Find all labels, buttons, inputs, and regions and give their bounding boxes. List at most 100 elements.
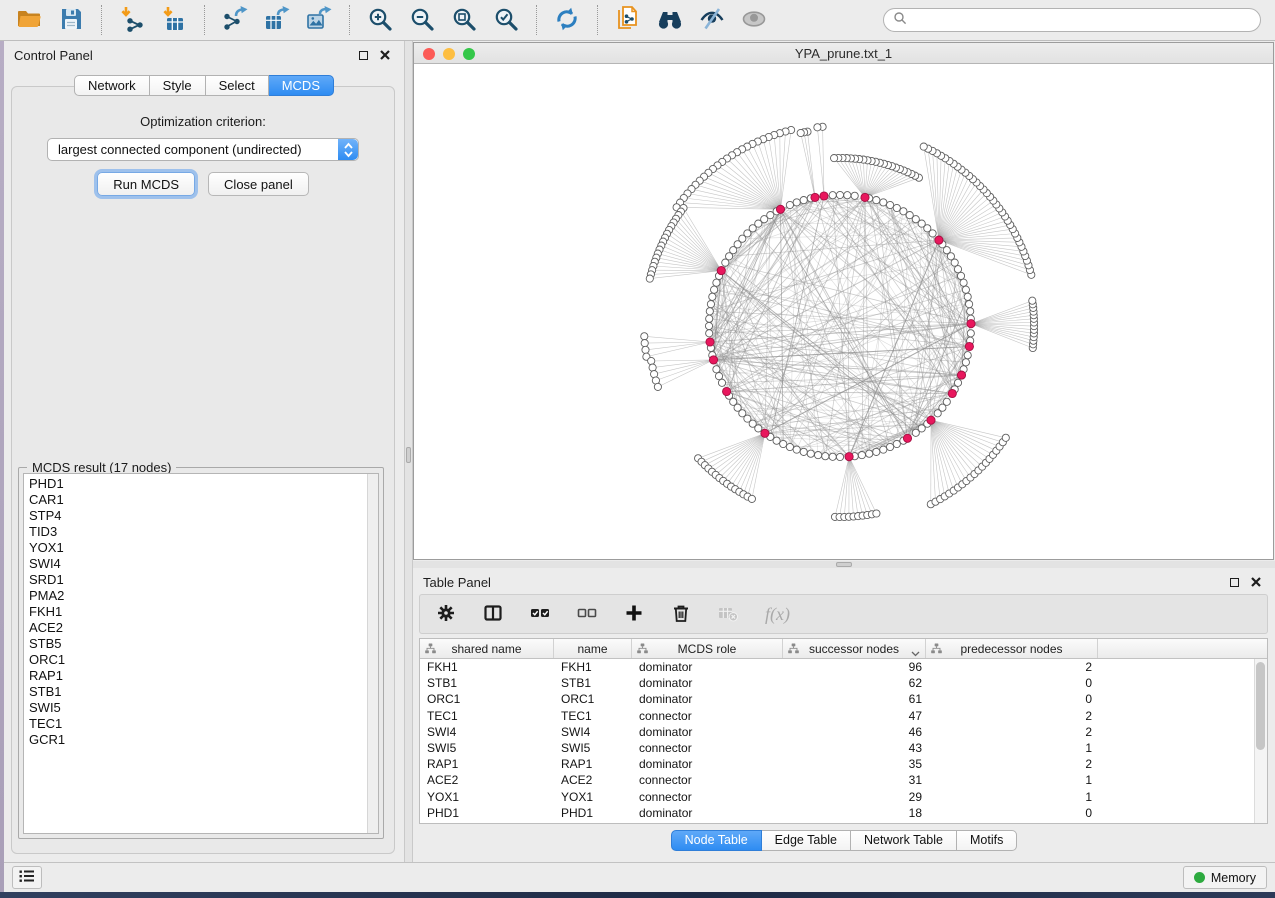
mcds-result-item[interactable]: STB5 [29, 636, 378, 652]
float-panel-button[interactable] [354, 47, 372, 63]
column-header-predecessor-nodes[interactable]: predecessor nodes [926, 639, 1098, 658]
column-header-shared-name[interactable]: shared name [420, 639, 554, 658]
mcds-result-item[interactable]: RAP1 [29, 668, 378, 684]
zoom-selected-icon [493, 6, 519, 35]
column-header-name[interactable]: name [554, 639, 632, 658]
network-column-icon [931, 643, 942, 657]
zoom-fit-icon [451, 6, 477, 35]
export-image-button[interactable] [298, 2, 340, 38]
close-panel-button[interactable] [376, 47, 394, 63]
tab-mcds[interactable]: MCDS [269, 75, 334, 96]
apply-layout-button[interactable] [546, 2, 588, 38]
delete-table-button[interactable] [718, 600, 738, 628]
find-button[interactable] [649, 2, 691, 38]
optimization-criterion-select[interactable]: largest connected component (undirected) [47, 138, 359, 161]
delete-column-button[interactable] [671, 600, 691, 628]
mcds-result-item[interactable]: SRD1 [29, 572, 378, 588]
zoom-out-button[interactable] [401, 2, 443, 38]
cell-shared-name: SWI5 [420, 740, 554, 756]
mcds-result-scrollbar[interactable] [367, 474, 378, 833]
mcds-result-item[interactable]: ORC1 [29, 652, 378, 668]
cell-predecessor-nodes: 1 [926, 789, 1098, 805]
tab-motifs[interactable]: Motifs [957, 830, 1017, 851]
run-mcds-button[interactable]: Run MCDS [97, 172, 195, 196]
tab-edge-table[interactable]: Edge Table [762, 830, 851, 851]
deselect-all-button[interactable] [577, 600, 597, 628]
mcds-result-item[interactable]: GCR1 [29, 732, 378, 748]
cell-MCDS-role: connector [632, 740, 783, 756]
tab-network[interactable]: Network [74, 75, 150, 96]
optimization-criterion-label: Optimization criterion: [12, 114, 394, 129]
close-table-panel-button[interactable] [1247, 574, 1265, 590]
float-table-panel-button[interactable] [1225, 574, 1243, 590]
control-panel-title: Control Panel [14, 48, 350, 63]
table-row[interactable]: SWI5SWI5connector431 [420, 740, 1267, 756]
table-row[interactable]: YOX1YOX1connector291 [420, 789, 1267, 805]
close-window-icon[interactable] [423, 48, 435, 60]
mcds-result-item[interactable]: SWI5 [29, 700, 378, 716]
table-scrollbar-thumb[interactable] [1256, 662, 1265, 750]
column-header-successor-nodes[interactable]: successor nodes [783, 639, 926, 658]
tab-select[interactable]: Select [206, 75, 269, 96]
mcds-result-item[interactable]: SWI4 [29, 556, 378, 572]
zoom-fit-button[interactable] [443, 2, 485, 38]
tab-style[interactable]: Style [150, 75, 206, 96]
export-network-button[interactable] [214, 2, 256, 38]
tab-node-table[interactable]: Node Table [671, 830, 762, 851]
mcds-result-item[interactable]: YOX1 [29, 540, 378, 556]
cell-MCDS-role: connector [632, 708, 783, 724]
float-icon [1230, 578, 1239, 587]
open-file-button[interactable] [8, 2, 50, 38]
mcds-result-item[interactable]: CAR1 [29, 492, 378, 508]
minimize-window-icon[interactable] [443, 48, 455, 60]
table-row[interactable]: TEC1TEC1connector472 [420, 708, 1267, 724]
network-from-selection-button[interactable] [607, 2, 649, 38]
table-row[interactable]: SWI4SWI4dominator462 [420, 724, 1267, 740]
zoom-window-icon[interactable] [463, 48, 475, 60]
select-all-button[interactable] [530, 600, 550, 628]
horizontal-splitter-grip[interactable] [836, 562, 852, 567]
table-scrollbar[interactable] [1254, 659, 1267, 823]
log-console-button[interactable] [12, 866, 42, 889]
import-table-button[interactable] [153, 2, 195, 38]
vertical-splitter-grip[interactable] [406, 447, 411, 463]
mcds-result-item[interactable]: TEC1 [29, 716, 378, 732]
table-row[interactable]: ACE2ACE2connector311 [420, 772, 1267, 788]
mcds-result-item[interactable]: TID3 [29, 524, 378, 540]
search-input[interactable] [907, 13, 1254, 28]
mcds-result-item[interactable]: PHD1 [29, 476, 378, 492]
vertical-splitter[interactable] [404, 41, 413, 862]
save-session-button[interactable] [50, 2, 92, 38]
desktop-edge [0, 41, 4, 892]
network-canvas[interactable] [414, 65, 1273, 559]
close-mcds-panel-button[interactable]: Close panel [208, 172, 309, 196]
table-settings-button[interactable] [436, 600, 456, 628]
table-row[interactable]: RAP1RAP1dominator352 [420, 756, 1267, 772]
eye-slash-icon [699, 6, 725, 35]
memory-button[interactable]: Memory [1183, 866, 1267, 889]
mcds-result-item[interactable]: ACE2 [29, 620, 378, 636]
import-network-button[interactable] [111, 2, 153, 38]
zoom-selected-button[interactable] [485, 2, 527, 38]
horizontal-splitter[interactable] [413, 561, 1275, 568]
export-table-button[interactable] [256, 2, 298, 38]
function-builder-button[interactable]: f(x) [765, 600, 790, 628]
show-all-button[interactable] [733, 2, 775, 38]
mcds-result-item[interactable]: PMA2 [29, 588, 378, 604]
toggle-column-view-button[interactable] [483, 600, 503, 628]
table-row[interactable]: PHD1PHD1dominator180 [420, 805, 1267, 821]
tab-network-table[interactable]: Network Table [851, 830, 957, 851]
mcds-result-item[interactable]: FKH1 [29, 604, 378, 620]
table-row[interactable]: STB1STB1dominator620 [420, 675, 1267, 691]
cell-name: YOX1 [554, 789, 632, 805]
mcds-result-item[interactable]: STP4 [29, 508, 378, 524]
column-header-MCDS-role[interactable]: MCDS role [632, 639, 783, 658]
table-row[interactable]: ORC1ORC1dominator610 [420, 691, 1267, 707]
hide-selected-button[interactable] [691, 2, 733, 38]
mcds-result-item[interactable]: STB1 [29, 684, 378, 700]
table-row[interactable]: FKH1FKH1dominator962 [420, 659, 1267, 675]
add-column-button[interactable] [624, 600, 644, 628]
chevron-down-icon[interactable] [911, 646, 920, 660]
cell-shared-name: ORC1 [420, 691, 554, 707]
zoom-in-button[interactable] [359, 2, 401, 38]
